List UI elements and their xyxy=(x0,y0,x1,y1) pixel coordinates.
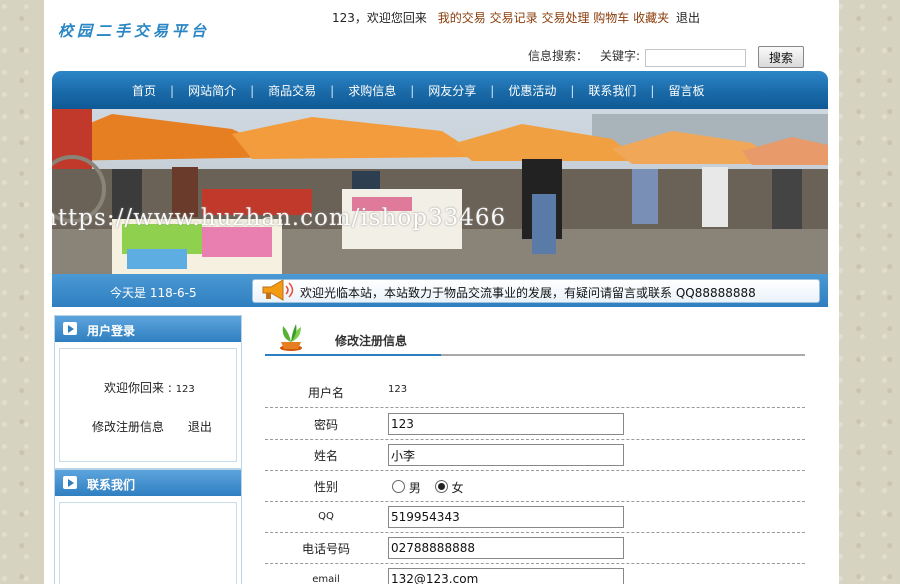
password-label: 密码 xyxy=(313,418,338,432)
contact-panel-title: 联系我们 xyxy=(87,478,136,492)
sidebar-username: 123 xyxy=(175,384,195,395)
arrow-right-icon xyxy=(63,476,77,489)
login-panel-title: 用户登录 xyxy=(87,324,136,338)
nav-wanted[interactable]: 求购信息 xyxy=(348,82,396,99)
phone-input[interactable] xyxy=(388,537,624,559)
main-nav: 首页 | 网站简介 | 商品交易 | 求购信息 | 网友分享 | 优惠活动 | 联系我们 | 留言板 xyxy=(52,71,828,109)
link-cart[interactable]: 购物车 xyxy=(593,11,629,25)
gender-female-label: 女 xyxy=(451,481,464,495)
phone-label: 电话号码 xyxy=(301,542,350,556)
page-container: 校园二手交易平台 123，欢迎您回来 我的交易 交易记录 交易处理 购物车 收藏… xyxy=(44,0,839,584)
edit-profile-link[interactable]: 修改注册信息 xyxy=(92,420,164,434)
form-title: 修改注册信息 xyxy=(335,334,408,348)
banner-watermark: https://www.huzhan.com/ishop33466 xyxy=(52,205,507,231)
form-row-password: 密码 xyxy=(265,408,805,440)
market-photo xyxy=(52,109,828,274)
header-logout-link[interactable]: 退出 xyxy=(676,11,700,25)
contact-panel: 联系我们 xyxy=(54,469,242,584)
plant-icon xyxy=(277,322,305,355)
notice-text: 欢迎光临本站，本站致力于物品交流事业的发展，有疑问请留言或联系 QQ888888… xyxy=(300,286,756,300)
info-bar: 今天是 118-6-5 欢迎光临本站，本站致力于物品交流事业的发展，有疑问请留言… xyxy=(52,274,828,307)
nav-about[interactable]: 网站简介 xyxy=(188,82,236,99)
radio-female[interactable] xyxy=(434,480,448,493)
megaphone-icon xyxy=(257,278,297,305)
banner-image: https://www.huzhan.com/ishop33466 xyxy=(52,109,828,274)
gender-label: 性别 xyxy=(313,480,338,494)
link-favorites[interactable]: 收藏夹 xyxy=(633,11,669,25)
today-date: 今天是 118-6-5 xyxy=(110,286,197,300)
contact-panel-header: 联系我们 xyxy=(55,470,241,496)
nav-separator: | xyxy=(490,84,495,98)
notice-box: 欢迎光临本站，本站致力于物品交流事业的发展，有疑问请留言或联系 QQ888888… xyxy=(252,279,820,303)
nav-promotions[interactable]: 优惠活动 xyxy=(508,82,556,99)
search-input[interactable] xyxy=(645,49,746,67)
nav-share[interactable]: 网友分享 xyxy=(428,82,476,99)
nav-separator: | xyxy=(410,84,415,98)
gender-option-male[interactable]: 男 xyxy=(392,480,421,495)
nav-separator: | xyxy=(250,84,255,98)
login-panel-body: 欢迎你回来 : 123 修改注册信息 退出 xyxy=(59,348,237,462)
link-trade-records[interactable]: 交易记录 xyxy=(490,11,538,25)
gender-radio-group: 男 女 xyxy=(392,479,474,496)
form-row-name: 姓名 xyxy=(265,439,805,471)
nav-contact[interactable]: 联系我们 xyxy=(588,82,636,99)
nav-home[interactable]: 首页 xyxy=(132,82,156,99)
arrow-right-icon xyxy=(63,322,77,335)
sidebar-welcome-text: 欢迎你回来 : xyxy=(104,381,172,395)
username-value: 123 xyxy=(388,384,408,395)
nav-separator: | xyxy=(170,84,175,98)
form-row-username: 用户名 123 xyxy=(265,376,805,408)
form-row-phone: 电话号码 xyxy=(265,532,805,564)
nav-separator: | xyxy=(650,84,655,98)
name-label: 姓名 xyxy=(313,449,338,463)
username-label: 用户名 xyxy=(307,386,344,400)
form-row-email: email xyxy=(265,563,805,584)
sidebar-logout-link[interactable]: 退出 xyxy=(188,420,212,434)
keyword-label: 关键字: xyxy=(600,49,641,63)
email-label: email xyxy=(312,574,340,584)
search-button[interactable]: 搜索 xyxy=(758,46,804,68)
current-username: 123， xyxy=(332,11,367,25)
link-my-trades[interactable]: 我的交易 xyxy=(438,11,486,25)
contact-panel-body xyxy=(59,502,237,584)
gender-option-female[interactable]: 女 xyxy=(434,480,464,495)
nav-guestbook[interactable]: 留言板 xyxy=(668,82,704,99)
site-logo[interactable]: 校园二手交易平台 xyxy=(58,20,210,41)
email-input[interactable] xyxy=(388,568,624,584)
form-row-gender: 性别 男 女 xyxy=(265,470,805,502)
welcome-text: 欢迎您回来 xyxy=(366,11,427,25)
nav-separator: | xyxy=(570,84,575,98)
link-trade-handling[interactable]: 交易处理 xyxy=(541,11,589,25)
qq-input[interactable] xyxy=(388,506,624,528)
nav-separator: | xyxy=(330,84,335,98)
qq-label: QQ xyxy=(318,511,334,522)
login-panel: 用户登录 欢迎你回来 : 123 修改注册信息 退出 xyxy=(54,315,242,469)
search-label: 信息搜索： xyxy=(528,49,589,63)
form-row-qq: QQ xyxy=(265,501,805,533)
radio-male[interactable] xyxy=(392,480,405,493)
sidebar-links: 修改注册信息 退出 xyxy=(92,418,212,435)
nav-goods[interactable]: 商品交易 xyxy=(268,82,316,99)
title-divider-accent xyxy=(265,354,441,356)
name-input[interactable] xyxy=(388,444,624,466)
gender-male-label: 男 xyxy=(408,481,421,495)
top-user-links: 123，欢迎您回来 我的交易 交易记录 交易处理 购物车 收藏夹 退出 xyxy=(332,9,707,26)
sidebar-welcome: 欢迎你回来 : 123 xyxy=(104,379,195,396)
login-panel-header: 用户登录 xyxy=(55,316,241,342)
search-bar: 信息搜索： 关键字: 搜索 xyxy=(528,46,804,68)
password-input[interactable] xyxy=(388,413,624,435)
